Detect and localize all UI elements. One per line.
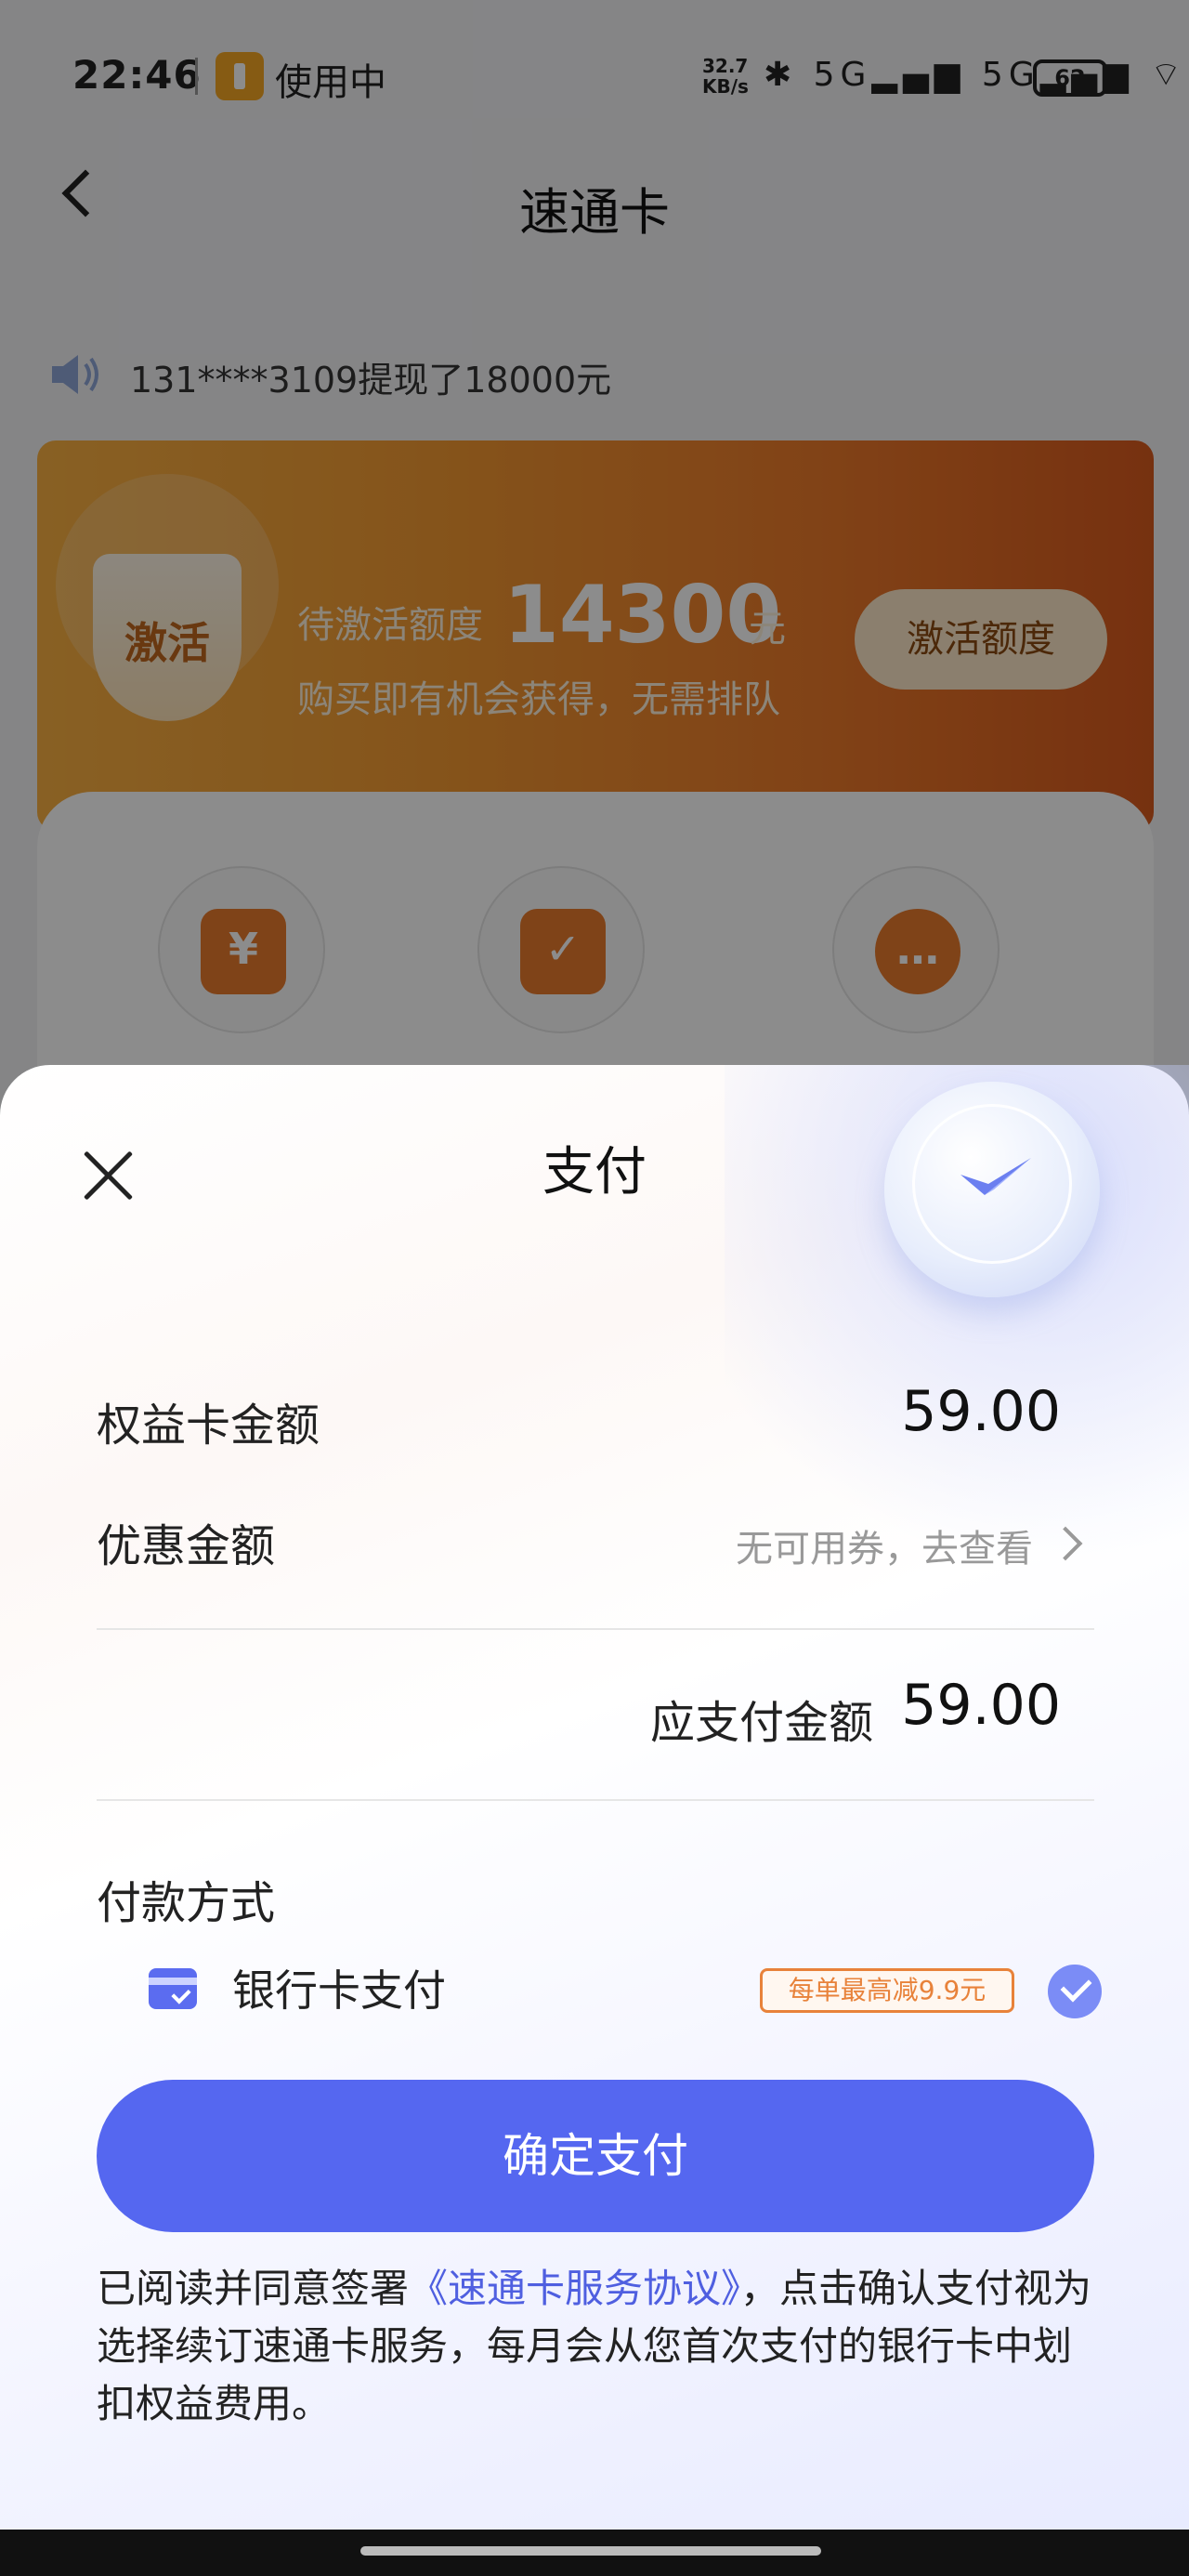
selected-check-icon[interactable] xyxy=(1048,1965,1102,2018)
card-amount-label: 权益卡金额 xyxy=(97,1400,320,1452)
payment-method-name: 银行卡支付 xyxy=(232,1965,446,2016)
divider xyxy=(97,1628,1094,1630)
promo-tag: 每单最高减9.9元 xyxy=(760,1968,1014,2013)
agreement-text: 已阅读并同意签署《速通卡服务协议》，点击确认支付视为选择续订速通卡服务，每月会从… xyxy=(97,2260,1100,2433)
payable-value: 59.00 xyxy=(901,1673,1061,1738)
agreement-prefix: 已阅读并同意签署 xyxy=(97,2266,410,2311)
payable-label: 应支付金额 xyxy=(650,1697,874,1749)
view-coupons-link[interactable]: 无可用券，去查看 xyxy=(736,1518,1033,1572)
confirm-pay-button[interactable]: 确定支付 xyxy=(97,2080,1094,2232)
bank-card-icon xyxy=(149,1968,197,2009)
card-amount-value: 59.00 xyxy=(901,1379,1061,1444)
check-mark-icon xyxy=(960,1158,1031,1195)
payment-method-label: 付款方式 xyxy=(97,1877,276,1929)
service-agreement-link[interactable]: 《速通卡服务协议》 xyxy=(409,2266,740,2311)
discount-label: 优惠金额 xyxy=(97,1520,276,1572)
divider xyxy=(97,1799,1094,1801)
home-indicator[interactable] xyxy=(360,2546,821,2556)
